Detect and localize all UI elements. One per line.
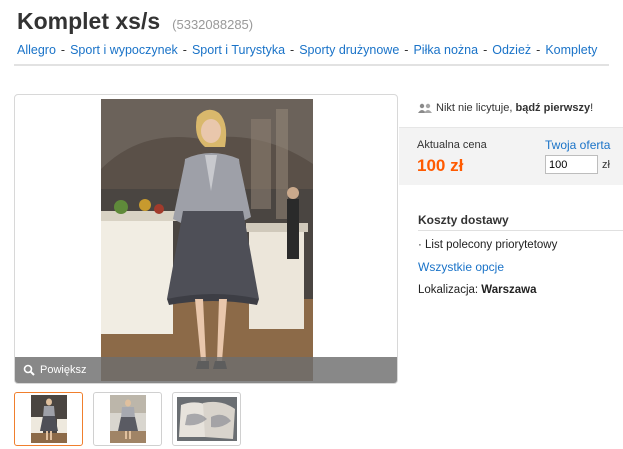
- thumbnail[interactable]: [93, 392, 162, 446]
- offer-currency: zł: [602, 159, 610, 171]
- breadcrumb-item-allegro[interactable]: Allegro: [17, 43, 56, 57]
- breadcrumb-item-pilka-nozna[interactable]: Piłka nożna: [413, 43, 478, 57]
- shipping-heading: Koszty dostawy: [418, 213, 509, 227]
- shipping-option: · List polecony priorytetowy: [418, 239, 558, 251]
- location: Lokalizacja: Warszawa: [418, 284, 536, 296]
- price-box: Aktualna cena 100 zł Twoja oferta zł: [399, 127, 623, 185]
- breadcrumb-separator: -: [60, 43, 66, 57]
- breadcrumb-separator: -: [182, 43, 187, 57]
- breadcrumb-separator: -: [536, 43, 541, 57]
- users-icon: [418, 103, 432, 113]
- thumbnail-image: [30, 395, 67, 443]
- shipping-divider: [418, 230, 623, 231]
- breadcrumb-separator: -: [483, 43, 488, 57]
- location-value: Warszawa: [481, 284, 537, 296]
- thumbnail-strip: [14, 392, 241, 446]
- current-price-label: Aktualna cena: [417, 139, 487, 151]
- location-label: Lokalizacja:: [418, 284, 479, 296]
- all-options-link[interactable]: Wszystkie opcje: [418, 260, 504, 274]
- bidders-text: Nikt nie licytuje,: [436, 102, 513, 114]
- bidders-info: Nikt nie licytuje, bądź pierwszy!: [418, 102, 593, 114]
- item-id: (5332088285): [172, 17, 254, 32]
- thumbnail-image: [176, 397, 237, 441]
- main-product-photo[interactable]: [101, 99, 313, 381]
- breadcrumb: Allegro - Sport i wypoczynek - Sport i Turys…: [17, 43, 597, 57]
- breadcrumb-item-komplety[interactable]: Komplety: [545, 43, 597, 57]
- thumbnail[interactable]: [14, 392, 83, 446]
- header-divider: [14, 64, 609, 66]
- thumbnail[interactable]: [172, 392, 241, 446]
- thumbnail-image: [109, 395, 146, 443]
- magnifier-icon: [23, 364, 35, 376]
- current-price: 100 zł: [417, 156, 464, 175]
- zoom-bar[interactable]: Powiększ: [15, 357, 397, 383]
- offer-input[interactable]: [545, 155, 598, 174]
- breadcrumb-item-sport-i-wypoczynek[interactable]: Sport i wypoczynek: [70, 43, 178, 57]
- shipping-option-label: List polecony priorytetowy: [425, 239, 558, 251]
- page-title: Komplet xs/s: [17, 8, 161, 34]
- zoom-label: Powiększ: [40, 364, 87, 376]
- offer-label: Twoja oferta: [545, 138, 611, 152]
- bidders-cta: bądź pierwszy: [515, 102, 591, 114]
- breadcrumb-item-sport-i-turystyka[interactable]: Sport i Turystyka: [192, 43, 285, 57]
- breadcrumb-separator: -: [290, 43, 295, 57]
- photo-gallery[interactable]: Powiększ: [14, 94, 398, 384]
- breadcrumb-separator: -: [404, 43, 409, 57]
- title-row: Komplet xs/s (5332088285): [17, 8, 253, 35]
- breadcrumb-item-odziez[interactable]: Odzież: [492, 43, 531, 57]
- breadcrumb-item-sporty-druzynowe[interactable]: Sporty drużynowe: [299, 43, 399, 57]
- bidders-punct: !: [590, 102, 594, 114]
